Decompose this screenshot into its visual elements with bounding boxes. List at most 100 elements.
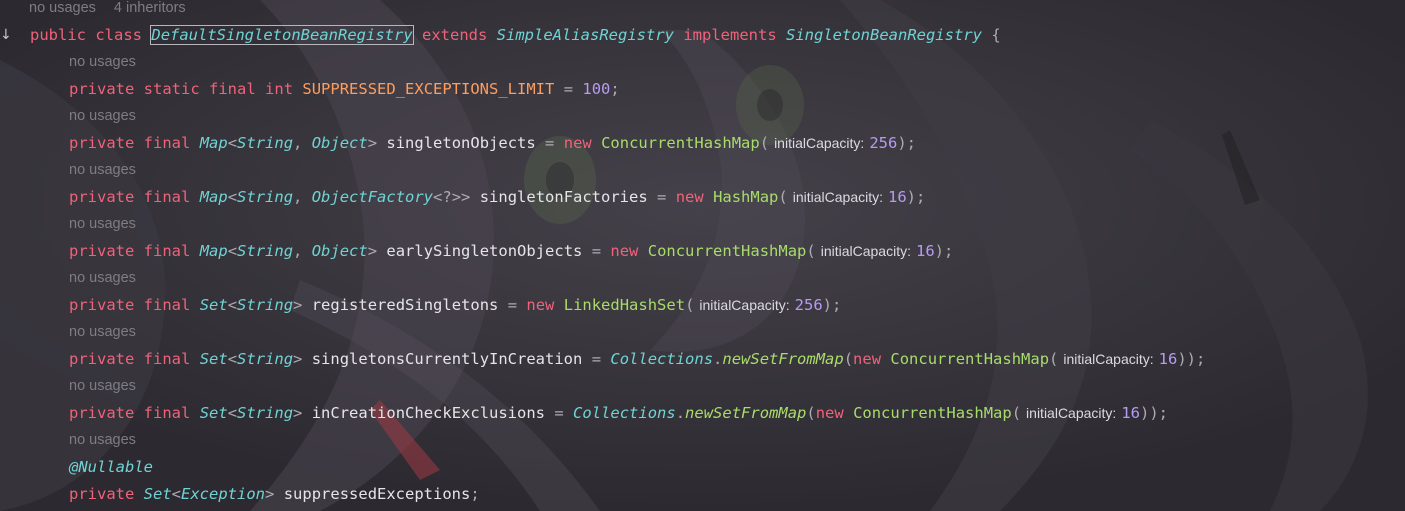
keyword-private: private (69, 485, 135, 503)
keyword-static: static (143, 80, 200, 98)
keyword-public: public (30, 26, 86, 44)
field-usage-hint[interactable]: no usages (69, 432, 136, 448)
field-name[interactable]: earlySingletonObjects (386, 242, 582, 260)
constructor-name[interactable]: ConcurrentHashMap (601, 134, 760, 152)
keyword-new: new (853, 350, 882, 368)
keyword-private: private (69, 296, 135, 314)
method-name[interactable]: newSetFromMap (722, 350, 843, 368)
keyword-int: int (265, 80, 294, 98)
keyword-final: final (143, 242, 191, 260)
generic-type[interactable]: Exception (181, 485, 265, 503)
parameter-name-hint: initialCapacity: (820, 243, 911, 259)
field-type[interactable]: Map (200, 242, 228, 260)
field-usage-hint[interactable]: no usages (69, 162, 136, 178)
generic-type[interactable]: String (237, 188, 293, 206)
keyword-new: new (675, 188, 704, 206)
open-brace: { (991, 26, 1001, 44)
parameter-name-hint: initialCapacity: (1026, 405, 1117, 421)
argument-value: 256 (794, 296, 823, 314)
argument-value: 256 (869, 134, 898, 152)
field-name[interactable]: inCreationCheckExclusions (312, 404, 545, 422)
field-name[interactable]: singletonsCurrentlyInCreation (312, 350, 583, 368)
field-line-registered-singletons[interactable]: private final Set<String> registeredSing… (69, 295, 841, 315)
class-usage-inlay-hint[interactable]: no usages 4 inheritors (29, 0, 186, 16)
field-type[interactable]: Set (200, 296, 228, 314)
constructor-name[interactable]: LinkedHashSet (564, 296, 685, 314)
superclass-name[interactable]: SimpleAliasRegistry (497, 26, 674, 44)
interface-name[interactable]: SingletonBeanRegistry (786, 26, 982, 44)
constructor-name[interactable]: ConcurrentHashMap (648, 242, 807, 260)
keyword-new: new (526, 296, 555, 314)
field-name[interactable]: suppressedExceptions (284, 485, 471, 503)
keyword-private: private (69, 242, 135, 260)
inheritors-hint[interactable]: 4 inheritors (114, 0, 186, 16)
parameter-name-hint: initialCapacity: (1063, 351, 1154, 367)
utility-class[interactable]: Collections (610, 350, 713, 368)
parameter-name-hint: initialCapacity: (792, 189, 883, 205)
code-editor[interactable]: no usages 4 inheritors ↓ public class Def… (0, 0, 1405, 511)
generic-type[interactable]: ObjectFactory (312, 188, 433, 206)
field-line-in-creation-check-exclusions[interactable]: private final Set<String> inCreationChec… (69, 403, 1168, 423)
keyword-extends: extends (422, 26, 488, 44)
nullable-annotation[interactable]: @Nullable (69, 458, 153, 476)
field-name[interactable]: registeredSingletons (312, 296, 499, 314)
parameter-name-hint: initialCapacity: (774, 135, 865, 151)
field-line-singleton-factories[interactable]: private final Map<String, ObjectFactory<… (69, 187, 925, 207)
keyword-private: private (69, 188, 135, 206)
class-declaration-line[interactable]: public class DefaultSingletonBeanRegistr… (30, 25, 1001, 45)
generic-type[interactable]: Object (312, 134, 368, 152)
field-usage-hint[interactable]: no usages (69, 324, 136, 340)
generic-wildcard: <?>> (433, 188, 471, 206)
argument-value: 16 (888, 188, 907, 206)
field-line-singleton-objects[interactable]: private final Map<String, Object> single… (69, 133, 916, 153)
field-type[interactable]: Set (200, 350, 228, 368)
generic-type[interactable]: String (237, 350, 293, 368)
field-usage-hint[interactable]: no usages (69, 216, 136, 232)
field-type[interactable]: Set (200, 404, 228, 422)
generic-type[interactable]: String (237, 134, 293, 152)
argument-value: 16 (1121, 404, 1140, 422)
argument-value: 16 (1158, 350, 1178, 368)
generic-type[interactable]: Object (312, 242, 368, 260)
field-line-singletons-in-creation[interactable]: private final Set<String> singletonsCurr… (69, 349, 1205, 369)
generic-type[interactable]: String (237, 242, 293, 260)
parameter-name-hint: initialCapacity: (699, 297, 790, 313)
field-type[interactable]: Set (144, 485, 172, 503)
field-name[interactable]: SUPPRESSED_EXCEPTIONS_LIMIT (302, 80, 554, 98)
class-name[interactable]: DefaultSingletonBeanRegistry (150, 25, 414, 45)
field-line-suppressed-exceptions[interactable]: private Set<Exception> suppressedExcepti… (69, 484, 480, 504)
field-value: 100 (582, 80, 611, 98)
keyword-implements: implements (683, 26, 777, 44)
usages-hint[interactable]: no usages (29, 0, 96, 16)
field-line-suppressed-limit[interactable]: private static final int SUPPRESSED_EXCE… (69, 79, 620, 99)
field-name[interactable]: singletonFactories (480, 188, 648, 206)
field-usage-hint[interactable]: no usages (69, 378, 136, 394)
generic-type[interactable]: String (237, 296, 293, 314)
keyword-class: class (95, 26, 143, 44)
implemented-down-arrow-icon[interactable]: ↓ (0, 27, 12, 43)
keyword-private: private (69, 80, 135, 98)
keyword-final: final (143, 134, 191, 152)
field-usage-hint[interactable]: no usages (69, 54, 136, 70)
keyword-new: new (815, 404, 844, 422)
keyword-private: private (69, 404, 135, 422)
utility-class[interactable]: Collections (573, 404, 676, 422)
keyword-private: private (69, 134, 135, 152)
constructor-name[interactable]: HashMap (713, 188, 778, 206)
keyword-private: private (69, 350, 135, 368)
annotation-line[interactable]: @Nullable (69, 457, 153, 477)
field-line-early-singleton-objects[interactable]: private final Map<String, Object> earlyS… (69, 241, 953, 261)
keyword-new: new (563, 134, 592, 152)
argument-value: 16 (915, 242, 935, 260)
method-name[interactable]: newSetFromMap (685, 404, 806, 422)
field-type[interactable]: Map (200, 134, 228, 152)
field-type[interactable]: Map (200, 188, 228, 206)
field-name[interactable]: singletonObjects (386, 134, 535, 152)
constructor-name[interactable]: ConcurrentHashMap (890, 350, 1049, 368)
generic-type[interactable]: String (237, 404, 293, 422)
field-usage-hint[interactable]: no usages (69, 108, 136, 124)
keyword-new: new (610, 242, 639, 260)
constructor-name[interactable]: ConcurrentHashMap (853, 404, 1012, 422)
field-usage-hint[interactable]: no usages (69, 270, 136, 286)
keyword-final: final (143, 296, 191, 314)
